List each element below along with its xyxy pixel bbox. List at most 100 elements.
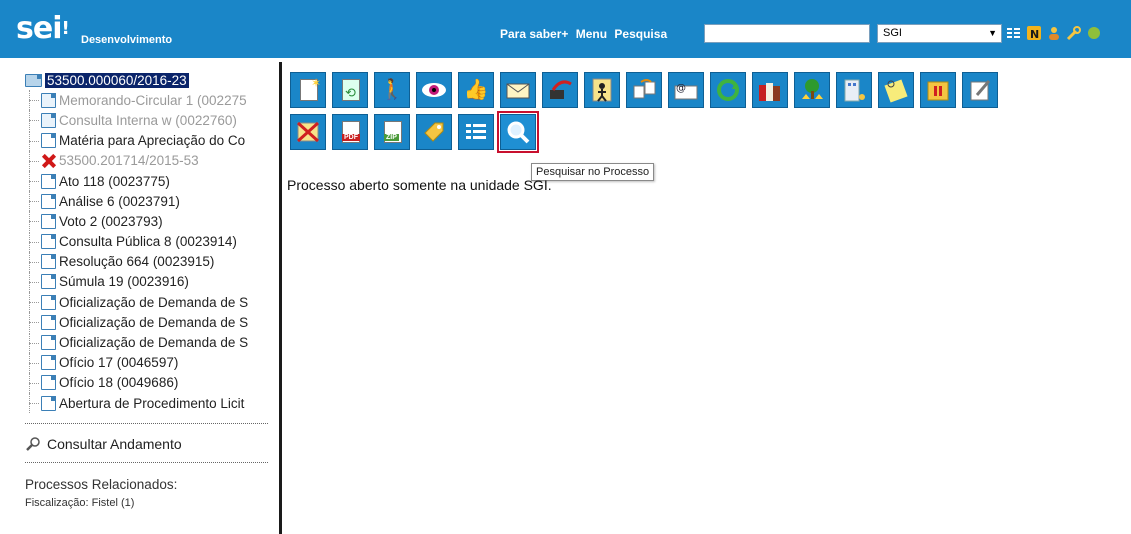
tree-item[interactable]: Ofício 17 (0046597) bbox=[25, 352, 280, 373]
pause-button[interactable] bbox=[920, 72, 956, 108]
tree-item[interactable]: Consulta Interna w (0022760) bbox=[25, 110, 280, 131]
tree-root[interactable]: 53500.000060/2016-23 bbox=[25, 70, 280, 90]
process-folder-icon bbox=[25, 73, 42, 87]
tree-connector bbox=[25, 251, 41, 272]
approve-button[interactable]: 👍 bbox=[458, 72, 494, 108]
tree-item[interactable]: Análise 6 (0023791) bbox=[25, 191, 280, 212]
tree-item-label: Memorando-Circular 1 (002275 bbox=[59, 92, 247, 108]
tree-item[interactable]: Resolução 664 (0023915) bbox=[25, 251, 280, 272]
tree-item[interactable]: Oficialização de Demanda de S bbox=[25, 312, 280, 333]
books-button[interactable] bbox=[752, 72, 788, 108]
tree-item-label: Análise 6 (0023791) bbox=[59, 193, 180, 209]
document-icon bbox=[41, 173, 56, 189]
tree-item[interactable]: Consulta Pública 8 (0023914) bbox=[25, 231, 280, 252]
cancelled-process-icon bbox=[41, 153, 56, 168]
tree-item[interactable]: Voto 2 (0023793) bbox=[25, 211, 280, 232]
user-icon[interactable] bbox=[1046, 25, 1062, 41]
tree-connector bbox=[25, 171, 41, 192]
tree-item[interactable]: Oficialização de Demanda de S bbox=[25, 332, 280, 353]
tree-item-label: Voto 2 (0023793) bbox=[59, 213, 163, 229]
tree-connector bbox=[25, 372, 41, 393]
tree-connector bbox=[25, 352, 41, 373]
status-message: Processo aberto somente na unidade SGI. bbox=[287, 177, 552, 193]
tree-root-label: 53500.000060/2016-23 bbox=[45, 72, 189, 88]
edit-button[interactable] bbox=[962, 72, 998, 108]
document-icon bbox=[41, 294, 56, 310]
search-process-button[interactable] bbox=[497, 111, 539, 153]
tree-connector bbox=[25, 90, 41, 111]
tree-item[interactable]: Matéria para Apreciação do Co bbox=[25, 130, 280, 151]
new-document-button[interactable]: ✶ bbox=[290, 72, 326, 108]
exit-icon[interactable] bbox=[1086, 25, 1102, 41]
top-nav: Para saber+ Menu Pesquisa bbox=[500, 27, 671, 41]
tree-connector bbox=[25, 150, 41, 171]
nav-para-saber[interactable]: Para saber+ bbox=[500, 27, 568, 41]
nav-pesquisa[interactable]: Pesquisa bbox=[614, 27, 667, 41]
list-button[interactable] bbox=[458, 114, 494, 150]
refresh-button[interactable] bbox=[710, 72, 746, 108]
consultar-andamento-label: Consultar Andamento bbox=[47, 436, 182, 453]
search-input[interactable] bbox=[704, 24, 870, 43]
tree-item-label: 53500.201714/2015-53 bbox=[59, 153, 199, 169]
toolbar-row-2: PDF ZIP bbox=[290, 111, 1070, 153]
unit-select[interactable]: SGI ▼ bbox=[877, 24, 1002, 43]
tree-item[interactable]: Memorando-Circular 1 (002275 bbox=[25, 90, 280, 111]
tree-item[interactable]: 53500.201714/2015-53 bbox=[25, 150, 280, 171]
separator bbox=[25, 462, 268, 464]
zip-button[interactable]: ZIP bbox=[374, 114, 410, 150]
notes-icon[interactable]: N bbox=[1026, 25, 1042, 41]
tree-item[interactable]: Ofício 18 (0049686) bbox=[25, 372, 280, 393]
cancel-button[interactable] bbox=[290, 114, 326, 150]
panel-divider[interactable] bbox=[279, 62, 282, 534]
tree-item[interactable]: Abertura de Procedimento Licit bbox=[25, 393, 280, 414]
tree-item-label: Ofício 17 (0046597) bbox=[59, 355, 179, 371]
tree-item-label: Ofício 18 (0049686) bbox=[59, 375, 179, 391]
related-processes-title: Processos Relacionados: bbox=[25, 477, 178, 493]
environment-label: Desenvolvimento bbox=[81, 34, 173, 46]
consultar-andamento-link[interactable]: Consultar Andamento bbox=[25, 436, 280, 452]
tree-item[interactable]: Ato 118 (0023775) bbox=[25, 171, 280, 192]
attach-button[interactable]: ⟲ bbox=[332, 72, 368, 108]
tree-item[interactable]: Oficialização de Demanda de S bbox=[25, 292, 280, 313]
tree-item-label: Oficialização de Demanda de S bbox=[59, 294, 249, 310]
tree-connector bbox=[25, 292, 41, 313]
document-icon bbox=[41, 355, 56, 371]
assign-button[interactable]: 🚶 bbox=[374, 72, 410, 108]
tools-icon[interactable] bbox=[1066, 25, 1082, 41]
top-bar: sei! Desenvolvimento Para saber+ Menu Pe… bbox=[0, 0, 1131, 58]
tree-item-label: Súmula 19 (0023916) bbox=[59, 274, 189, 290]
document-icon bbox=[41, 92, 56, 108]
tree-connector bbox=[25, 393, 41, 414]
view-button[interactable] bbox=[416, 72, 452, 108]
move-button[interactable] bbox=[626, 72, 662, 108]
document-icon bbox=[41, 395, 56, 411]
tree-item-label: Oficialização de Demanda de S bbox=[59, 335, 249, 351]
send-mail-button[interactable] bbox=[500, 72, 536, 108]
email-button[interactable]: @ bbox=[668, 72, 704, 108]
tree-connector bbox=[25, 312, 41, 333]
note-button[interactable] bbox=[878, 72, 914, 108]
tree-item-label: Consulta Pública 8 (0023914) bbox=[59, 234, 237, 250]
magnifier-icon bbox=[25, 436, 41, 452]
send-process-button[interactable] bbox=[542, 72, 578, 108]
user-button[interactable] bbox=[584, 72, 620, 108]
tree-connector bbox=[25, 231, 41, 252]
document-icon bbox=[41, 375, 56, 391]
sei-logo[interactable]: sei! bbox=[16, 14, 70, 44]
document-icon bbox=[41, 213, 56, 229]
tree-item-label: Resolução 664 (0023915) bbox=[59, 254, 215, 270]
related-process-item[interactable]: Fiscalização: Fistel (1) bbox=[25, 497, 280, 509]
tree-item[interactable]: Súmula 19 (0023916) bbox=[25, 271, 280, 292]
document-icon bbox=[41, 133, 56, 149]
list-view-icon[interactable] bbox=[1006, 25, 1022, 41]
building-button[interactable] bbox=[836, 72, 872, 108]
document-icon bbox=[41, 112, 56, 128]
document-icon bbox=[41, 274, 56, 290]
tree-button[interactable] bbox=[794, 72, 830, 108]
pdf-button[interactable]: PDF bbox=[332, 114, 368, 150]
nav-menu[interactable]: Menu bbox=[576, 27, 607, 41]
process-toolbar: ✶ ⟲ 🚶 👍 @ PDF ZIP bbox=[290, 72, 1070, 156]
document-icon bbox=[41, 234, 56, 250]
tree-connector bbox=[25, 110, 41, 131]
tag-button[interactable] bbox=[416, 114, 452, 150]
